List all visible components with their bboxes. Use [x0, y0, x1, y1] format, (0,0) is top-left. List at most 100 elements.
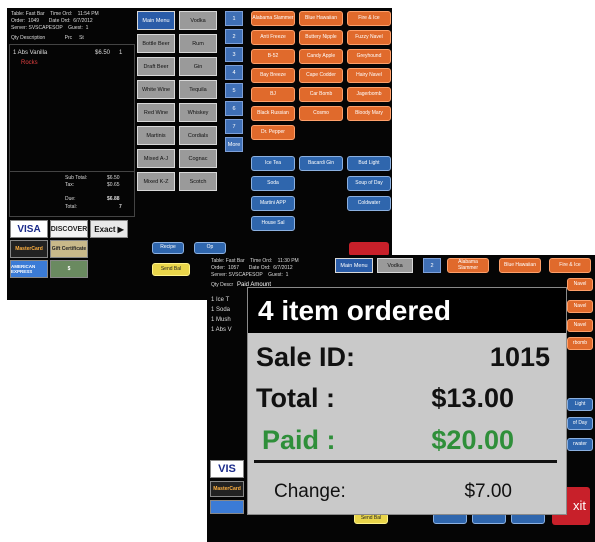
item-button[interactable]: Greyhound	[347, 49, 391, 64]
order-line[interactable]: 1 Ice T	[211, 297, 229, 303]
number-button[interactable]: More	[225, 137, 243, 152]
item-button[interactable]: Fire & Ice	[347, 11, 391, 26]
item-button[interactable]: Martini APP	[251, 196, 295, 211]
item-button[interactable]: Coldwater	[347, 196, 391, 211]
category-button[interactable]: Scotch	[179, 172, 217, 191]
item-button[interactable]: House Sal	[251, 216, 295, 231]
visa-card-button[interactable]: VISA	[10, 220, 48, 238]
item-button[interactable]: Fire & Ice	[549, 258, 591, 273]
due-label: Due:	[65, 196, 76, 202]
visa-card-button[interactable]: VIS	[210, 460, 244, 478]
item-button[interactable]: Light	[567, 398, 593, 411]
category-button[interactable]: Mixed K-Z	[137, 172, 175, 191]
number-button[interactable]: 7	[225, 119, 243, 134]
category-button[interactable]: Tequila	[179, 80, 217, 99]
item-label: Candy Apple	[306, 52, 336, 59]
item-button[interactable]: Bay Breeze	[251, 68, 295, 83]
order-line[interactable]: 1 Soda	[211, 307, 230, 313]
item-label: of Day	[572, 419, 588, 426]
item-button[interactable]: Bacardi Gin	[299, 156, 343, 171]
send-button[interactable]: Send Bal	[152, 263, 190, 276]
category-button[interactable]: Mixed A-J	[137, 149, 175, 168]
item-button[interactable]: rwater	[567, 438, 593, 451]
category-main-menu[interactable]: Main Menu	[335, 258, 373, 273]
mastercard-label: MasterCard	[213, 486, 241, 492]
mastercard-button[interactable]: MasterCard	[210, 481, 244, 497]
item-button[interactable]: Car Bomb	[299, 87, 343, 102]
subtotal-value: $6.50	[107, 175, 120, 181]
item-button[interactable]: Dr. Pepper	[251, 125, 295, 140]
discover-card-button[interactable]: DISCOVER	[50, 220, 88, 238]
item-button[interactable]: rbomb	[567, 337, 593, 350]
exit-button[interactable]	[349, 242, 389, 256]
item-button[interactable]: Jagerbomb	[347, 87, 391, 102]
paid-value: $20.00	[431, 425, 514, 455]
mastercard-button[interactable]: MasterCard	[10, 240, 48, 258]
category-button[interactable]: White Wine	[137, 80, 175, 99]
item-button[interactable]: Cosmo	[299, 106, 343, 121]
item-label: Greyhound	[356, 52, 382, 59]
item-button[interactable]: BJ	[251, 87, 295, 102]
item-button[interactable]: B-52	[251, 49, 295, 64]
item-button[interactable]: Hairy Navel	[347, 68, 391, 83]
category-button[interactable]: Vodka	[179, 11, 217, 30]
order-line[interactable]: 1 Mush	[211, 317, 231, 323]
category-vodka[interactable]: Vodka	[377, 258, 413, 273]
amex-button[interactable]	[210, 500, 244, 514]
gift-label: Gift Certificate	[51, 246, 87, 252]
item-button[interactable]: Black Russian	[251, 106, 295, 121]
order-line-desc[interactable]: 1 Abs Vanilla	[13, 50, 47, 56]
category-button[interactable]: Draft Beer	[137, 57, 175, 76]
category-button[interactable]: Rum	[179, 34, 217, 53]
number-button[interactable]: 3	[225, 47, 243, 62]
category-button[interactable]: Red Wine	[137, 103, 175, 122]
item-button[interactable]: Soda	[251, 176, 295, 191]
item-button[interactable]: Alabama Slammer	[447, 258, 489, 273]
number-button[interactable]: 5	[225, 83, 243, 98]
category-button[interactable]: Cordials	[179, 126, 217, 145]
gift-certificate-button[interactable]: Gift Certificate	[50, 240, 88, 258]
item-label: Hairy Navel	[356, 71, 382, 78]
item-button[interactable]: Alabama Slammer	[251, 11, 295, 26]
item-button[interactable]: Anti Freeze	[251, 30, 295, 45]
number-button[interactable]: 4	[225, 65, 243, 80]
amex-button[interactable]: AMERICAN EXPRESS	[10, 260, 48, 278]
order-line[interactable]: 1 Abs V	[211, 327, 232, 333]
item-button[interactable]: Fuzzy Navel	[347, 30, 391, 45]
number-button[interactable]: 1	[225, 11, 243, 26]
cash-button[interactable]: $	[50, 260, 88, 278]
item-label: Alabama Slammer	[457, 259, 478, 271]
number-button[interactable]: 2	[423, 258, 441, 273]
item-label: rbomb	[572, 339, 588, 346]
exact-cash-button[interactable]: Exact ▶	[90, 220, 128, 238]
item-button[interactable]: Cape Codder	[299, 68, 343, 83]
item-button[interactable]: Blue Hawaiian	[299, 11, 343, 26]
item-button[interactable]: Navel	[567, 319, 593, 332]
number-button[interactable]: 2	[225, 29, 243, 44]
op-button[interactable]: Op	[194, 242, 226, 254]
item-button[interactable]: Buttery Nipple	[299, 30, 343, 45]
category-button[interactable]: Main Menu	[137, 11, 175, 30]
item-label: Anti Freeze	[260, 33, 286, 40]
recipe-button[interactable]: Recipe	[152, 242, 184, 254]
item-label: Jagerbomb	[356, 90, 382, 97]
category-button[interactable]: Martinis	[137, 126, 175, 145]
item-button[interactable]: Soup of Day	[347, 176, 391, 191]
category-button[interactable]: Gin	[179, 57, 217, 76]
category-label: Cordials	[187, 132, 209, 139]
category-button[interactable]: Bottle Beer	[137, 34, 175, 53]
item-button[interactable]: Blue Hawaiian	[499, 258, 541, 273]
item-button[interactable]: Bloody Mary	[347, 106, 391, 121]
category-button[interactable]: Cognac	[179, 149, 217, 168]
item-button[interactable]: Ice Tea	[251, 156, 295, 171]
item-button[interactable]: Candy Apple	[299, 49, 343, 64]
item-label: B-52	[267, 52, 279, 59]
item-button[interactable]: Navel	[567, 278, 593, 291]
amex-label: AMERICAN EXPRESS	[11, 264, 36, 274]
item-button[interactable]: Navel	[567, 300, 593, 313]
number-button[interactable]: 6	[225, 101, 243, 116]
category-button[interactable]: Whiskey	[179, 103, 217, 122]
item-button[interactable]: of Day	[567, 417, 593, 430]
item-button[interactable]: Bud Light	[347, 156, 391, 171]
item-label: Buttery Nipple	[305, 33, 337, 40]
